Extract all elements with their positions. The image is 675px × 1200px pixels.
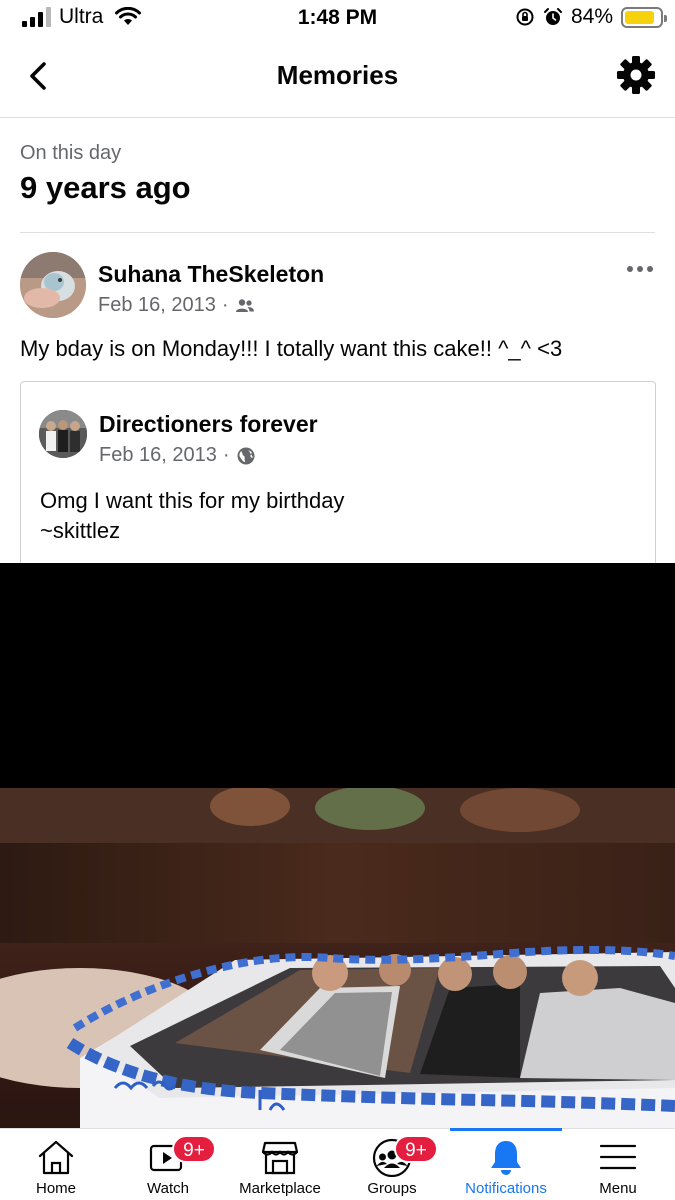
- cake-image: [0, 788, 675, 1128]
- battery-percent: 84%: [570, 5, 613, 28]
- years-ago-heading: 9 years ago: [20, 170, 191, 205]
- shared-post-text: Omg I want this for my birthday ~skittle…: [40, 486, 344, 546]
- battery-icon: [621, 6, 667, 28]
- shared-post-text-line: Omg I want this for my birthday: [40, 488, 345, 513]
- shared-post-card[interactable]: Directioners forever Feb 16, 2013 · Omg …: [20, 381, 656, 581]
- tab-notifications[interactable]: Notifications: [450, 1128, 562, 1200]
- more-dot: [637, 266, 643, 272]
- notification-badge: 9+: [172, 1135, 216, 1163]
- globe-icon: [237, 447, 255, 464]
- meta-separator: ·: [222, 444, 230, 466]
- tab-label: Notifications: [465, 1180, 547, 1197]
- post-text: My bday is on Monday!!! I totally want t…: [20, 336, 563, 361]
- menu-icon: [599, 1144, 637, 1170]
- more-options-button[interactable]: [627, 262, 657, 276]
- chevron-left-icon: [30, 62, 46, 90]
- cake-photo[interactable]: [0, 788, 675, 1128]
- tab-marketplace[interactable]: Marketplace: [224, 1129, 336, 1200]
- post-date[interactable]: Feb 16, 2013: [98, 294, 216, 317]
- marketplace-icon: [261, 1141, 299, 1175]
- shared-post-text-line: ~skittlez: [40, 518, 121, 543]
- tab-watch[interactable]: 9+ Watch: [112, 1129, 224, 1200]
- tab-label: Menu: [599, 1180, 637, 1197]
- friends-icon: [235, 298, 254, 312]
- alarm-icon: [543, 8, 562, 25]
- post-meta: Feb 16, 2013 ·: [98, 294, 255, 317]
- meta-separator: ·: [221, 294, 229, 316]
- avatar[interactable]: [20, 252, 86, 318]
- settings-button[interactable]: [615, 54, 657, 96]
- tab-menu[interactable]: Menu: [562, 1129, 674, 1200]
- notification-badge: 9+: [394, 1135, 438, 1163]
- orientation-lock-icon: [516, 8, 534, 26]
- profile-photo: [20, 252, 86, 318]
- shared-post-author[interactable]: Directioners forever: [99, 411, 318, 438]
- divider: [20, 232, 655, 233]
- more-dot: [627, 266, 633, 272]
- shared-post-meta: Feb 16, 2013 ·: [99, 444, 256, 467]
- tab-label: Groups: [367, 1180, 417, 1197]
- battery-level-fill: [625, 10, 654, 24]
- shared-avatar[interactable]: [39, 410, 87, 458]
- bottom-tab-bar: Home 9+ Watch Marketplace 9+ Groups Noti…: [0, 1128, 675, 1200]
- section-label: On this day: [20, 142, 122, 164]
- profile-photo: [39, 410, 87, 458]
- gear-icon: [617, 56, 655, 94]
- home-icon: [38, 1140, 74, 1175]
- back-button[interactable]: [22, 58, 58, 94]
- page-title: Memories: [276, 60, 399, 90]
- media-letterbox: [0, 563, 675, 788]
- bell-icon: [491, 1141, 521, 1175]
- status-bar: Ultra 1:48 PM 84%: [0, 0, 675, 36]
- status-right: 84%: [515, 5, 667, 29]
- post-author[interactable]: Suhana TheSkeleton: [98, 261, 324, 288]
- tab-home[interactable]: Home: [0, 1129, 112, 1200]
- shared-post-date[interactable]: Feb 16, 2013: [99, 444, 217, 467]
- tab-label: Marketplace: [239, 1180, 321, 1197]
- tab-label: Home: [35, 1180, 76, 1197]
- app-header: Memories: [0, 36, 675, 118]
- tab-groups[interactable]: 9+ Groups: [336, 1129, 448, 1200]
- tab-label: Watch: [147, 1180, 189, 1197]
- more-dot: [647, 266, 653, 272]
